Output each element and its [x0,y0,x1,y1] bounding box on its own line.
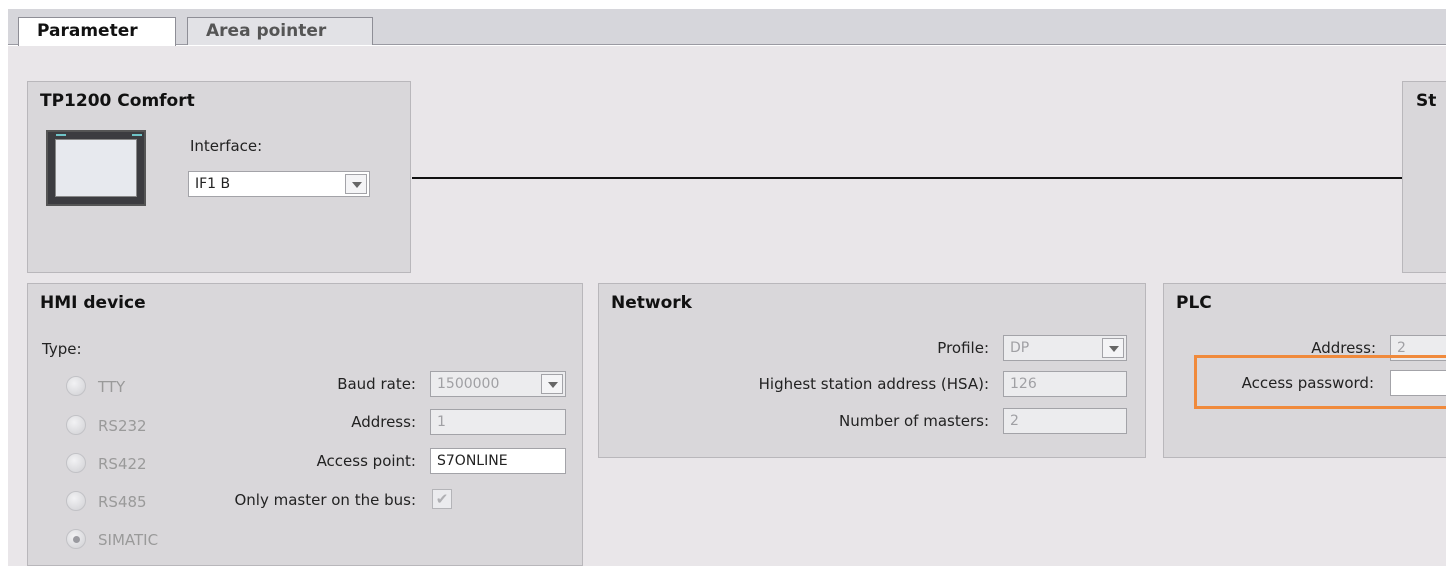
profile-label: Profile: [937,339,989,357]
masters-label: Number of masters: [838,412,989,430]
radio-rs232[interactable] [66,415,86,435]
address-field[interactable]: 1 [430,409,566,435]
radio-rs485-label: RS485 [98,493,147,511]
profile-select[interactable]: DP [1003,335,1127,361]
baud-rate-select[interactable]: 1500000 [430,371,566,397]
station-title: St [1416,91,1437,111]
device-box: TP1200 Comfort Interface: IF1 B [27,81,411,273]
masters-field[interactable]: 2 [1003,408,1127,434]
interface-select[interactable]: IF1 B [188,171,370,197]
checkmark-icon: ✔ [435,490,449,508]
hmi-panel-icon [46,130,146,206]
access-password-label: Access password: [1241,374,1374,392]
tab-area-pointer[interactable]: Area pointer [187,17,373,45]
radio-tty-label: TTY [98,378,126,396]
network-box: Network Profile: DP Highest station addr… [598,283,1146,458]
chevron-down-icon[interactable] [541,374,563,394]
interface-select-value: IF1 B [195,176,231,192]
baud-rate-value: 1500000 [437,376,500,392]
network-title: Network [611,293,692,313]
radio-rs422-label: RS422 [98,455,147,473]
radio-simatic-label: SIMATIC [98,531,159,549]
hsa-field[interactable]: 126 [1003,371,1127,397]
radio-tty[interactable] [66,376,86,396]
address-label: Address: [351,413,416,431]
hmi-device-box: HMI device Type: TTY RS232 RS422 RS485 S… [27,283,583,566]
interface-label: Interface: [190,137,263,155]
baud-rate-label: Baud rate: [337,375,416,393]
radio-rs485[interactable] [66,491,86,511]
parameter-canvas: TP1200 Comfort Interface: IF1 B St HMI d… [8,46,1446,566]
radio-rs422[interactable] [66,453,86,473]
hmi-device-title: HMI device [40,293,146,313]
only-master-label: Only master on the bus: [234,491,416,509]
profile-value: DP [1010,340,1030,356]
radio-simatic[interactable] [66,529,86,549]
connection-line [412,177,1404,179]
access-point-field[interactable]: S7ONLINE [430,448,566,474]
station-box: St [1402,81,1446,273]
plc-title: PLC [1176,293,1212,313]
chevron-down-icon[interactable] [1102,338,1124,358]
plc-box: PLC Address: 2 Access password: [1163,283,1446,458]
type-label: Type: [42,340,82,358]
tab-parameter[interactable]: Parameter [18,17,176,46]
device-title: TP1200 Comfort [40,91,195,111]
radio-rs232-label: RS232 [98,417,147,435]
chevron-down-icon[interactable] [345,174,367,194]
access-point-label: Access point: [316,452,416,470]
hsa-label: Highest station address (HSA): [758,375,989,393]
only-master-checkbox[interactable]: ✔ [432,489,452,509]
access-password-field[interactable] [1390,370,1446,396]
tab-bar: Parameter Area pointer [8,9,1446,46]
